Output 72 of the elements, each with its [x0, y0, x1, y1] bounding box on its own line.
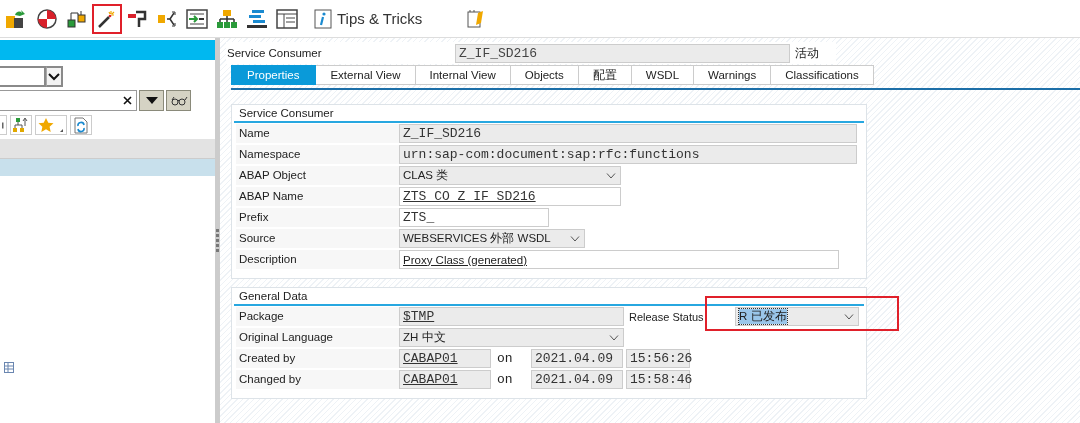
field-label: Source — [236, 229, 399, 248]
branch-icon — [157, 8, 177, 29]
boxes-icon — [6, 8, 28, 29]
display-field: urn:sap-com:document:sap:rfc:functions — [399, 145, 857, 164]
toolbar-button[interactable] — [0, 115, 7, 135]
field-label: Original Language — [236, 328, 399, 347]
dropdown-field[interactable] — [0, 66, 46, 87]
input-field[interactable]: Proxy Class (generated) — [399, 250, 839, 269]
tab[interactable]: WSDL — [631, 65, 695, 85]
hierarchy-button[interactable] — [10, 115, 32, 135]
field-label: Prefix — [236, 208, 399, 227]
hierarchy-icon — [67, 8, 87, 29]
field-label: Service Consumer — [226, 47, 323, 59]
refresh-icon — [73, 116, 89, 134]
field-label: Release Status — [628, 310, 705, 323]
chevron-down-icon — [48, 72, 60, 81]
refresh-button[interactable] — [70, 115, 92, 135]
tab[interactable]: External View — [316, 65, 416, 85]
dropdown-field[interactable]: WEBSERVICES 外部 WSDL — [399, 229, 585, 248]
status-text: 活动 — [795, 45, 819, 61]
display-field: 2021.04.09 — [531, 349, 623, 368]
dropdown-field[interactable]: ZH 中文 — [399, 328, 624, 347]
splitter-handle[interactable] — [215, 38, 220, 423]
display-field: 2021.04.09 — [531, 370, 623, 389]
tab[interactable]: Warnings — [694, 65, 772, 85]
clear-icon[interactable] — [123, 96, 132, 105]
field-label: Name — [236, 124, 399, 143]
field-label: Changed by — [236, 370, 399, 389]
table-icon — [4, 362, 14, 373]
dropdown-field[interactable]: R 已发布 — [735, 307, 859, 326]
chevron-down-icon — [606, 172, 616, 179]
display-field: $TMP — [399, 307, 624, 326]
field-label: Package — [236, 307, 399, 326]
display-field: Z_IF_SD216 — [399, 124, 857, 143]
caret-down-icon — [145, 97, 158, 104]
input-field[interactable]: ZTS_CO_Z_IF_SD216 — [399, 187, 621, 206]
chevron-down-icon — [844, 313, 854, 320]
connector-text: on — [496, 372, 514, 387]
field-label: ABAP Name — [236, 187, 399, 206]
chevron-down-icon — [570, 235, 580, 242]
stacked-bars-icon — [246, 8, 268, 29]
field-label: Description — [236, 250, 399, 269]
glasses-button[interactable] — [166, 90, 191, 111]
star-icon — [38, 117, 64, 133]
chevron-down-icon — [609, 334, 619, 341]
field-label: Created by — [236, 349, 399, 368]
dropdown-button[interactable] — [46, 66, 63, 87]
magic-wand-icon — [97, 8, 117, 29]
glasses-icon — [169, 95, 188, 106]
magic-wand-button[interactable] — [92, 3, 122, 34]
display-field: CABAP01 — [399, 349, 491, 368]
layout-icon — [276, 8, 298, 29]
tab[interactable]: Internal View — [415, 65, 511, 85]
input-field[interactable]: ZTS_ — [399, 208, 549, 227]
tips-button[interactable]: Tips & Tricks — [310, 8, 427, 29]
display-field: CABAP01 — [399, 370, 491, 389]
tab[interactable]: Objects — [510, 65, 579, 85]
consumer-name-field: Z_IF_SD216 — [455, 43, 790, 63]
dropdown-button[interactable] — [139, 90, 164, 111]
pie-chart-icon — [37, 8, 57, 29]
info-icon — [314, 8, 332, 29]
hierarchy-icon — [13, 117, 29, 133]
field-label: ABAP Object — [236, 166, 399, 185]
tab[interactable]: 配置 — [578, 65, 632, 85]
field-label: Namespace — [236, 145, 399, 164]
dropdown-field[interactable]: CLAS 类 — [399, 166, 621, 185]
connector-text: on — [496, 351, 514, 366]
search-field[interactable] — [0, 90, 137, 111]
tab[interactable]: Classifications — [771, 65, 874, 85]
display-field: 15:58:46 — [626, 370, 690, 389]
org-chart-icon — [216, 8, 238, 29]
display-field: 15:56:26 — [626, 349, 690, 368]
